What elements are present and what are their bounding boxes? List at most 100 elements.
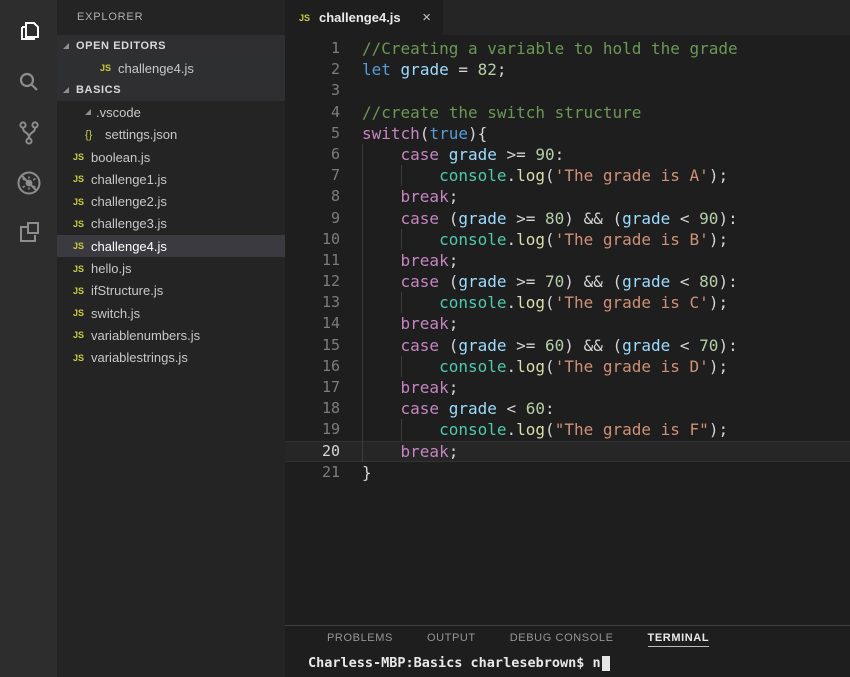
code-token: ; — [449, 442, 459, 461]
terminal-content[interactable]: Charless-MBP:Basics charlesebrown$ n — [285, 653, 850, 673]
close-tab-icon[interactable]: × — [420, 9, 433, 26]
sidebar-item-.vscode[interactable]: .vscode — [57, 101, 285, 123]
search-activity-button[interactable] — [7, 58, 51, 108]
code-token: 'The grade is A' — [555, 166, 709, 185]
code-line-4[interactable]: 4//create the switch structure — [285, 102, 850, 123]
code-token: : — [555, 145, 565, 164]
code-lines: 1//Creating a variable to hold the grade… — [285, 38, 850, 483]
code-line-12[interactable]: 12 case (grade >= 70) && (grade < 80): — [285, 271, 850, 292]
code-token: 70 — [699, 336, 718, 355]
code-line-15[interactable]: 15 case (grade >= 60) && (grade < 70): — [285, 335, 850, 356]
panel-tab-output[interactable]: OUTPUT — [427, 632, 476, 647]
indent-guide — [362, 144, 363, 165]
code-line-14[interactable]: 14 break; — [285, 313, 850, 334]
panel-tab-bar: PROBLEMS OUTPUT DEBUG CONSOLE TERMINAL — [285, 626, 850, 653]
tab-challenge4-js[interactable]: JS challenge4.js × — [285, 0, 443, 35]
code-token: ): — [718, 272, 737, 291]
section-header-open-editors[interactable]: OPEN EDITORS — [57, 35, 285, 57]
editor-group: JS challenge4.js × 1//Creating a variabl… — [285, 0, 850, 677]
line-number: 2 — [285, 59, 340, 80]
code-token: < — [670, 336, 699, 355]
code-token: < — [670, 272, 699, 291]
indent-guide — [362, 271, 363, 292]
sidebar-item-ifStructure.js[interactable]: JSifStructure.js — [57, 280, 285, 302]
code-token: log — [516, 357, 545, 376]
code-text: case grade < 60: — [362, 398, 850, 419]
code-line-19[interactable]: 19 console.log("The grade is F"); — [285, 419, 850, 440]
code-line-18[interactable]: 18 case grade < 60: — [285, 398, 850, 419]
file-label: boolean.js — [91, 150, 150, 165]
sidebar-item-variablestrings.js[interactable]: JSvariablestrings.js — [57, 347, 285, 369]
sidebar-item-challenge3.js[interactable]: JSchallenge3.js — [57, 213, 285, 235]
sidebar-item-variablenumbers.js[interactable]: JSvariablenumbers.js — [57, 324, 285, 346]
code-token — [362, 378, 401, 397]
js-file-icon: JS — [73, 308, 91, 318]
code-token: : — [545, 399, 555, 418]
extensions-activity-button[interactable] — [7, 208, 51, 258]
code-line-20[interactable]: 20 break; — [285, 441, 850, 462]
code-line-16[interactable]: 16 console.log('The grade is D'); — [285, 356, 850, 377]
sidebar-item-settings.json[interactable]: {}settings.json — [57, 124, 285, 146]
sidebar-item-challenge2.js[interactable]: JSchallenge2.js — [57, 190, 285, 212]
code-token: 82 — [478, 60, 497, 79]
explorer-activity-button[interactable] — [7, 8, 51, 58]
code-token: grade — [622, 272, 670, 291]
code-line-2[interactable]: 2let grade = 82; — [285, 59, 850, 80]
code-line-17[interactable]: 17 break; — [285, 377, 850, 398]
code-token: case — [401, 272, 440, 291]
sidebar-item-challenge4.js[interactable]: JSchallenge4.js — [57, 57, 285, 79]
code-token: ); — [709, 420, 728, 439]
js-file-icon: JS — [73, 264, 91, 274]
file-label: .vscode — [96, 105, 141, 120]
tab-label: challenge4.js — [319, 10, 420, 25]
code-token: grade — [622, 336, 670, 355]
code-token: ); — [709, 166, 728, 185]
code-token: case — [401, 336, 440, 355]
code-editor[interactable]: 1//Creating a variable to hold the grade… — [285, 35, 850, 625]
indent-guide — [401, 165, 402, 186]
code-token — [362, 442, 401, 461]
code-line-7[interactable]: 7 console.log('The grade is A'); — [285, 165, 850, 186]
section-header-basics[interactable]: BASICS — [57, 79, 285, 101]
code-line-9[interactable]: 9 case (grade >= 80) && (grade < 90): — [285, 208, 850, 229]
code-token — [362, 187, 401, 206]
code-token — [362, 145, 401, 164]
line-number: 10 — [285, 229, 340, 250]
sidebar-item-challenge1.js[interactable]: JSchallenge1.js — [57, 168, 285, 190]
js-file-icon: JS — [73, 219, 91, 229]
code-line-21[interactable]: 21} — [285, 462, 850, 483]
code-token: log — [516, 230, 545, 249]
code-token: //create the switch structure — [362, 103, 641, 122]
debug-activity-button[interactable] — [7, 158, 51, 208]
file-label: challenge3.js — [91, 216, 167, 231]
sidebar-item-challenge4.js[interactable]: JSchallenge4.js — [57, 235, 285, 257]
code-line-5[interactable]: 5switch(true){ — [285, 123, 850, 144]
code-line-13[interactable]: 13 console.log('The grade is C'); — [285, 292, 850, 313]
file-label: challenge2.js — [91, 194, 167, 209]
code-line-10[interactable]: 10 console.log('The grade is B'); — [285, 229, 850, 250]
sidebar-item-switch.js[interactable]: JSswitch.js — [57, 302, 285, 324]
code-token: ( — [439, 209, 458, 228]
code-line-8[interactable]: 8 break; — [285, 186, 850, 207]
panel-tab-problems[interactable]: PROBLEMS — [327, 632, 393, 647]
code-line-1[interactable]: 1//Creating a variable to hold the grade — [285, 38, 850, 59]
code-token: 90 — [535, 145, 554, 164]
panel-tab-terminal[interactable]: TERMINAL — [648, 632, 710, 647]
code-line-6[interactable]: 6 case grade >= 90: — [285, 144, 850, 165]
panel-tab-debug-console[interactable]: DEBUG CONSOLE — [510, 632, 614, 647]
code-token: break — [401, 187, 449, 206]
sidebar-item-boolean.js[interactable]: JSboolean.js — [57, 146, 285, 168]
code-text: console.log('The grade is B'); — [362, 229, 850, 250]
code-token: case — [401, 145, 440, 164]
line-number: 20 — [285, 441, 340, 462]
source-control-activity-button[interactable] — [7, 108, 51, 158]
terminal-prompt-text: Charless-MBP:Basics charlesebrown$ n — [308, 655, 601, 671]
file-label: ifStructure.js — [91, 283, 163, 298]
code-line-11[interactable]: 11 break; — [285, 250, 850, 271]
code-token: . — [507, 357, 517, 376]
code-token: >= — [507, 209, 546, 228]
sidebar-item-hello.js[interactable]: JShello.js — [57, 257, 285, 279]
code-line-3[interactable]: 3 — [285, 80, 850, 101]
code-token: 80 — [699, 272, 718, 291]
code-text: break; — [362, 250, 850, 271]
